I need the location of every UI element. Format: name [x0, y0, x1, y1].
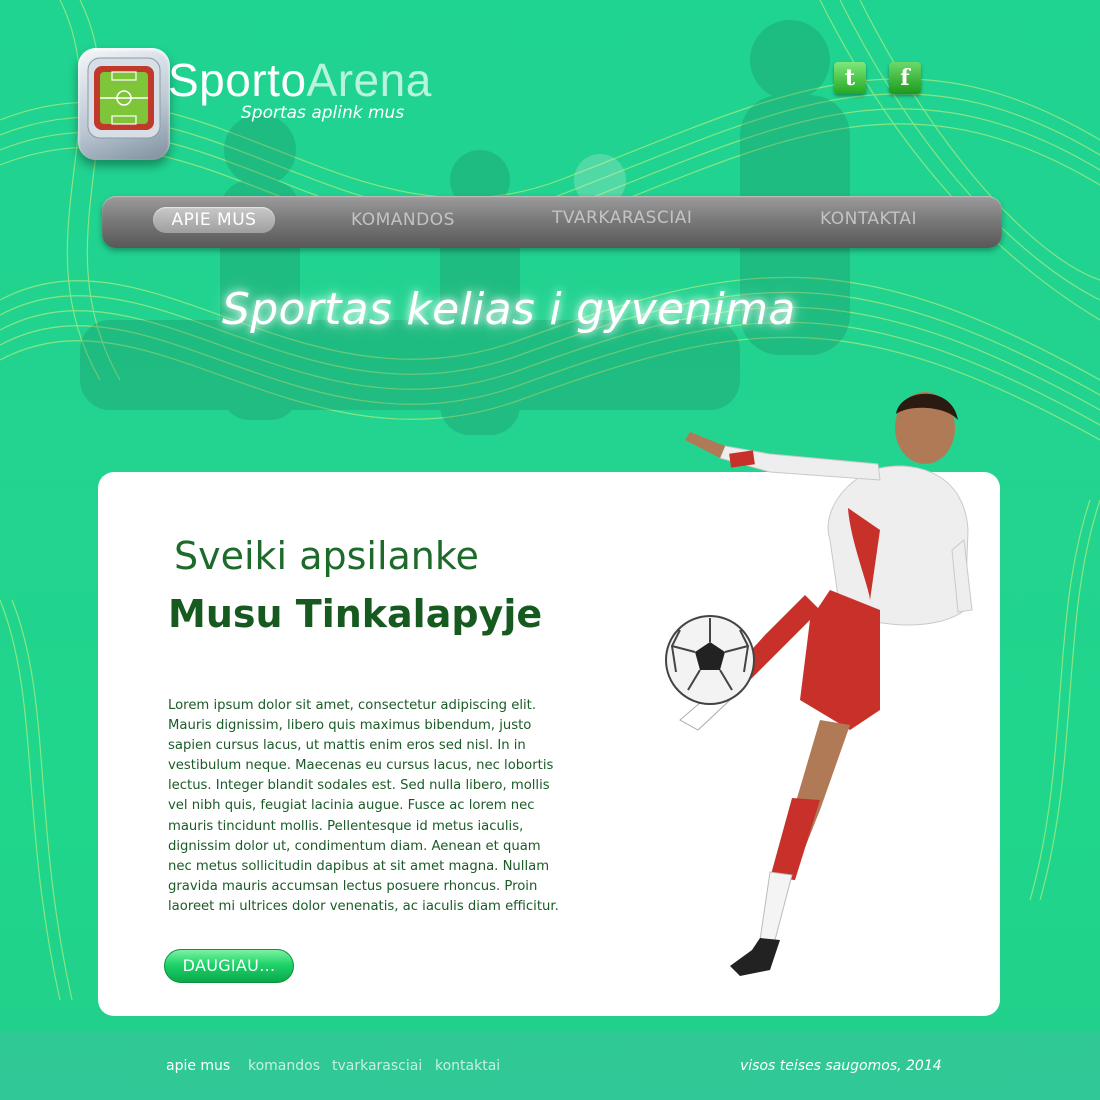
welcome-heading-line2: Musu Tinkalapyje	[168, 592, 543, 636]
footer-link-komandos[interactable]: komandos	[248, 1058, 320, 1074]
nav-item-tvarkarasciai[interactable]: TVARKARASCIAI	[552, 205, 692, 231]
copyright-text: visos teises saugomos, 2014	[740, 1058, 942, 1074]
body-text: Lorem ipsum dolor sit amet, consectetur …	[168, 698, 559, 914]
stadium-icon[interactable]	[78, 48, 170, 160]
main-nav: APIE MUS KOMANDOS TVARKARASCIAI KONTAKTA…	[102, 196, 1002, 248]
more-button[interactable]: DAUGIAU...	[164, 949, 294, 983]
nav-item-kontaktai[interactable]: KONTAKTAI	[820, 206, 917, 232]
footer-link-apie-mus[interactable]: apie mus	[166, 1058, 230, 1074]
footer-link-kontaktai[interactable]: kontaktai	[435, 1058, 500, 1074]
hero-slogan: Sportas kelias i gyvenima	[222, 284, 796, 335]
logo-title[interactable]: SportoArena	[168, 52, 432, 108]
nav-item-komandos[interactable]: KOMANDOS	[351, 207, 455, 233]
logo-title-part2: Arena	[306, 54, 432, 106]
footer: apie mus komandos tvarkarasciai kontakta…	[0, 1032, 1100, 1100]
welcome-heading-line1: Sveiki apsilanke	[174, 534, 479, 578]
logo-title-part1: Sporto	[168, 54, 307, 106]
facebook-icon[interactable]: f	[889, 62, 921, 94]
nav-item-apie-mus[interactable]: APIE MUS	[153, 207, 275, 233]
twitter-icon[interactable]: t	[834, 62, 866, 94]
footer-link-tvarkarasciai[interactable]: tvarkarasciai	[332, 1058, 422, 1074]
logo-tagline: Sportas aplink mus	[241, 103, 405, 123]
football-player-image	[665, 392, 973, 976]
